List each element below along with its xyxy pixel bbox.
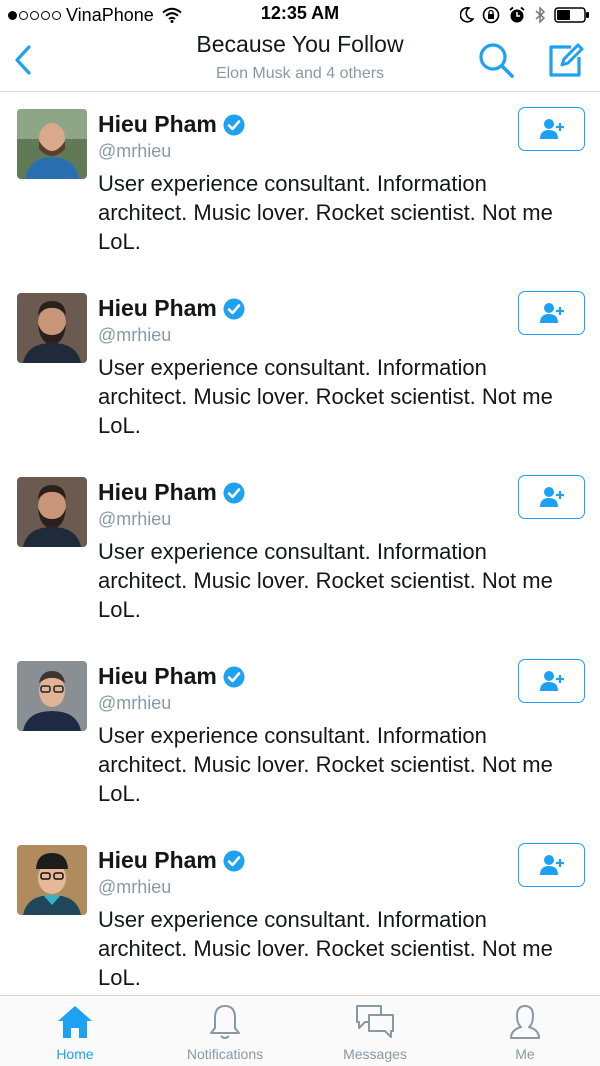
tab-label: Messages [343,1046,407,1062]
verified-badge [223,850,245,872]
messages-icon [356,1005,394,1038]
verified-badge-icon [223,482,245,503]
user-row[interactable]: Hieu Pham @mrhieu User experience consulta… [0,461,600,645]
user-bio: User experience consultant. Information … [98,355,553,438]
user-bio: User experience consultant. Information … [98,171,553,254]
user-name[interactable]: Hieu Pham [98,847,217,874]
user-row[interactable]: Hieu Pham @mrhieu User experience consulta… [0,645,600,829]
user-name[interactable]: Hieu Pham [98,479,217,506]
avatar[interactable] [17,661,87,731]
user-handle: @mrhieu [98,509,172,529]
battery-icon [554,7,589,23]
verified-badge-icon [223,850,245,871]
user-bio: User experience consultant. Information … [98,539,553,622]
search-icon [479,43,514,78]
follow-button[interactable] [518,659,585,703]
user-row[interactable]: Hieu Pham @mrhieu User experience consulta… [0,277,600,461]
follow-person-icon [539,855,564,875]
user-handle: @mrhieu [98,141,172,161]
follow-button[interactable] [518,291,585,335]
user-row[interactable]: Hieu Pham @mrhieu User experience consulta… [0,93,600,277]
user-name-line: Hieu Pham [98,847,245,874]
tab-me[interactable]: Me [450,996,600,1066]
tab-label: Me [515,1046,535,1062]
user-row[interactable]: Hieu Pham @mrhieu User experience consulta… [0,829,600,995]
verified-badge [223,114,245,136]
verified-badge-icon [223,114,245,135]
tab-messages[interactable]: Messages [300,996,450,1066]
verified-badge [223,666,245,688]
home-icon [58,1006,92,1038]
user-name-line: Hieu Pham [98,111,245,138]
compose-button[interactable] [544,40,588,80]
user-handle: @mrhieu [98,693,172,713]
tab-label: Notifications [186,1046,264,1062]
user-handle: @mrhieu [98,877,172,897]
avatar[interactable] [17,293,87,363]
user-name-line: Hieu Pham [98,295,245,322]
verified-badge [223,482,245,504]
follow-person-icon [539,487,564,507]
follow-button[interactable] [518,843,585,887]
user-name-line: Hieu Pham [98,479,245,506]
moon-icon [460,7,474,23]
follow-person-icon [539,303,564,323]
bluetooth-icon [535,6,546,24]
follow-person-icon [539,119,564,139]
search-button[interactable] [474,40,518,80]
user-name[interactable]: Hieu Pham [98,111,217,138]
follow-button[interactable] [518,107,585,151]
user-list: Hieu Pham @mrhieu User experience consulta… [0,93,600,995]
user-name[interactable]: Hieu Pham [98,663,217,690]
verified-badge-icon [223,666,245,687]
avatar[interactable] [17,109,87,179]
follow-button[interactable] [518,475,585,519]
user-name[interactable]: Hieu Pham [98,295,217,322]
person-icon [510,1005,540,1039]
avatar[interactable] [17,845,87,915]
alarm-icon [509,6,525,23]
status-bar-right [460,4,590,26]
rotation-lock-icon [482,6,500,24]
compose-icon [549,43,584,77]
user-handle: @mrhieu [98,325,172,345]
tab-bar: Home Notifications Messages Me [0,995,600,1066]
follow-person-icon [539,671,564,691]
tab-home[interactable]: Home [0,996,150,1066]
user-bio: User experience consultant. Information … [98,907,553,990]
status-bar: VinaPhone 12:35 AM [0,0,600,30]
verified-badge [223,298,245,320]
user-name-line: Hieu Pham [98,663,245,690]
user-bio: User experience consultant. Information … [98,723,553,806]
verified-badge-icon [223,298,245,319]
nav-header: Because You Follow Elon Musk and 4 other… [0,30,600,92]
tab-notifications[interactable]: Notifications [150,996,300,1066]
bell-icon [210,1005,240,1039]
avatar[interactable] [17,477,87,547]
tab-label: Home [56,1046,94,1062]
